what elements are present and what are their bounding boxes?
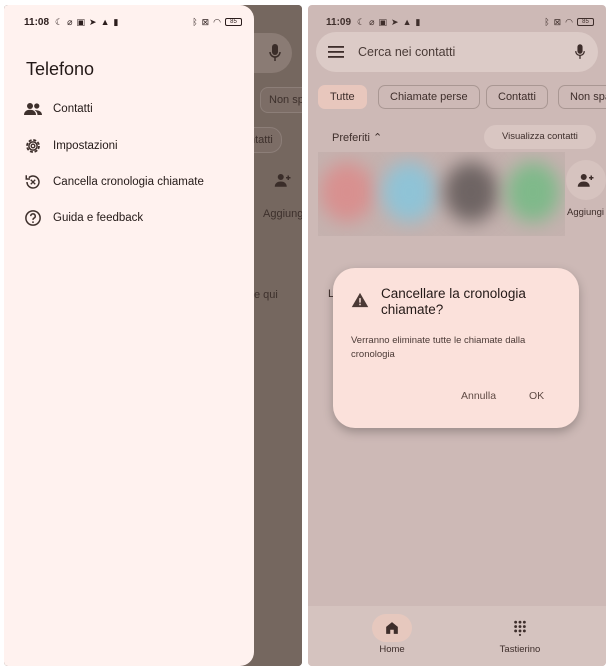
mic-icon[interactable]	[574, 43, 586, 61]
chevron-up-icon: ⌃	[372, 132, 383, 144]
bluetooth-icon: ᛒ	[192, 17, 198, 27]
hamburger-menu-icon[interactable]	[328, 44, 344, 60]
status-time: 11:08	[24, 16, 50, 28]
wifi-icon: ◠	[213, 16, 221, 27]
drawer-item-label: Guida e feedback	[53, 212, 144, 224]
nfc-icon: ▣	[378, 16, 388, 27]
dimmed-empty-text: e qui	[254, 289, 278, 301]
favorite-avatar[interactable]	[382, 162, 436, 222]
dialpad-icon	[500, 614, 540, 642]
cancel-button[interactable]: Annulla	[461, 390, 496, 402]
bottom-navigation: Home Tastierino	[308, 606, 606, 666]
drawer-item-label: Contatti	[53, 103, 93, 115]
notification-icon: ▮	[113, 16, 119, 27]
add-favorite-button[interactable]	[566, 160, 606, 200]
alarm-off-icon: ⌀	[369, 16, 375, 27]
dialog-title: Cancellare la cronologia chiamate?	[381, 286, 526, 317]
chip-non-spam[interactable]: Non spa	[558, 85, 606, 109]
add-favorite-label: Aggiungi	[567, 207, 604, 218]
drive-icon: ▲	[402, 16, 412, 27]
clear-history-dialog: Cancellare la cronologia chiamate? Verra…	[333, 268, 579, 428]
help-icon	[24, 209, 42, 227]
notification-icons: ☾ ⌀ ▣ ➤ ▲ ▮	[55, 17, 118, 28]
status-bar: 11:08 ☾ ⌀ ▣ ➤ ▲ ▮ ᛒ ⊠ ◠ 85	[24, 15, 242, 29]
gear-icon	[24, 137, 42, 155]
favorites-label[interactable]: Preferiti ⌃	[332, 131, 382, 144]
send-icon: ➤	[391, 16, 399, 27]
chip-contatti[interactable]: Contatti	[486, 85, 548, 109]
search-placeholder: Cerca nei contatti	[358, 45, 456, 59]
add-person-icon	[577, 174, 594, 187]
nav-tastierino[interactable]: Tastierino	[480, 614, 560, 655]
ok-button[interactable]: OK	[529, 390, 544, 402]
view-contacts-button[interactable]: Visualizza contatti	[484, 125, 596, 149]
home-icon	[372, 614, 412, 642]
search-bar[interactable]: Cerca nei contatti	[316, 32, 598, 72]
navigation-drawer: 11:08 ☾ ⌀ ▣ ➤ ▲ ▮ ᛒ ⊠ ◠ 85 Telefono Cont…	[4, 5, 254, 666]
system-icons: ᛒ ⊠ ◠ 85	[192, 17, 242, 28]
mic-icon	[269, 44, 281, 61]
send-icon: ➤	[89, 16, 97, 27]
favorite-avatar[interactable]	[320, 162, 374, 222]
sim-off-icon: ⊠	[201, 16, 210, 27]
moon-icon: ☾	[357, 16, 366, 27]
nfc-icon: ▣	[76, 16, 86, 27]
drawer-item-guida-feedback[interactable]: Guida e feedback	[24, 206, 143, 230]
drawer-item-label: Cancella cronologia chiamate	[53, 176, 204, 188]
dimmed-add-label: Aggiungi	[263, 208, 302, 220]
system-icons: ᛒ ⊠ ◠ 85	[544, 17, 594, 28]
nav-home[interactable]: Home	[352, 614, 432, 655]
nav-tastierino-label: Tastierino	[499, 644, 541, 655]
bluetooth-icon: ᛒ	[544, 17, 550, 27]
notification-icons: ☾ ⌀ ▣ ➤ ▲ ▮	[357, 17, 420, 28]
wifi-icon: ◠	[565, 16, 573, 27]
chip-chiamate-perse[interactable]: Chiamate perse	[378, 85, 480, 109]
favorite-avatar[interactable]	[506, 162, 560, 222]
contacts-icon	[24, 100, 42, 118]
notification-icon: ▮	[415, 16, 421, 27]
nav-home-label: Home	[379, 644, 405, 655]
status-time: 11:09	[326, 16, 352, 28]
status-bar: 11:09 ☾ ⌀ ▣ ➤ ▲ ▮ ᛒ ⊠ ◠ 85	[326, 15, 594, 29]
drawer-item-label: Impostazioni	[53, 140, 118, 152]
drawer-title: Telefono	[26, 59, 95, 79]
left-phone-screen: Non spa ntatti Aggiungi e qui 11:08 ☾ ⌀ …	[4, 5, 302, 666]
favorites-text: Preferiti	[332, 132, 370, 144]
add-person-icon	[274, 174, 291, 187]
favorite-avatar[interactable]	[444, 162, 498, 222]
chip-tutte[interactable]: Tutte	[318, 85, 367, 109]
dialog-message: Verranno eliminate tutte le chiamate dal…	[351, 335, 526, 360]
clear-history-icon	[24, 173, 42, 191]
moon-icon: ☾	[55, 16, 64, 27]
drawer-item-contatti[interactable]: Contatti	[24, 97, 93, 121]
battery-icon: 85	[225, 18, 242, 26]
sim-off-icon: ⊠	[553, 16, 562, 27]
battery-icon: 85	[577, 18, 594, 26]
dimmed-chip: Non spa	[260, 87, 302, 113]
blurred-favorites	[318, 152, 565, 236]
drive-icon: ▲	[100, 16, 110, 27]
alarm-off-icon: ⌀	[67, 16, 73, 27]
drawer-item-impostazioni[interactable]: Impostazioni	[24, 134, 118, 158]
warning-icon	[351, 292, 369, 308]
drawer-item-cancella-cronologia[interactable]: Cancella cronologia chiamate	[24, 170, 204, 194]
right-phone-screen: 11:09 ☾ ⌀ ▣ ➤ ▲ ▮ ᛒ ⊠ ◠ 85 Cerca nei con…	[308, 5, 606, 666]
